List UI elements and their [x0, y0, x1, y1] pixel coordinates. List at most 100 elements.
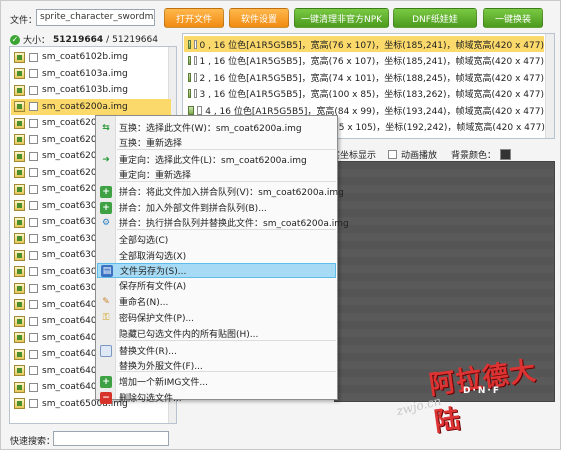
- file-checkbox[interactable]: [29, 52, 38, 62]
- context-menu-label: 替换为外服文件(F)...: [119, 362, 203, 372]
- frame-list-item[interactable]: 2 , 16 位色[A1R5G5B5]，宽高(74 x 101)，坐标(188,…: [184, 69, 544, 85]
- context-menu-item[interactable]: 全部取消勾选(X): [97, 248, 336, 263]
- settings-button[interactable]: 软件设置: [229, 8, 289, 28]
- dnf-doll-button[interactable]: DNF纸娃娃: [393, 8, 477, 28]
- img-file-icon: [14, 167, 25, 178]
- context-menu-item[interactable]: 全部勾选(C): [97, 232, 336, 247]
- context-menu-label: 密码保护文件(P)...: [119, 314, 195, 324]
- animate-label[interactable]: 动画播放: [401, 148, 437, 161]
- preview-options: 实坐标显示 动画播放 背景颜色：: [331, 148, 512, 161]
- file-label: 文件：: [10, 16, 38, 26]
- file-checkbox[interactable]: [29, 267, 38, 276]
- file-name: sm_coat640: [42, 365, 97, 376]
- context-menu-item[interactable]: ✎ 重命名(N)...: [97, 294, 336, 309]
- blank-icon: [100, 234, 112, 246]
- file-checkbox[interactable]: [29, 300, 38, 309]
- context-menu-label: 拼合：执行拼合队列并替换此文件：sm_coat6200a.img: [119, 219, 349, 229]
- context-menu-item[interactable]: ⚿ 密码保护文件(P)...: [97, 310, 336, 325]
- file-list-item[interactable]: sm_coat6200a.img: [11, 98, 171, 115]
- img-file-icon: [14, 249, 25, 261]
- file-checkbox[interactable]: [29, 201, 38, 210]
- bg-color-swatch[interactable]: [500, 149, 512, 160]
- context-menu-label: 重定向：选择此文件(L)：sm_coat6200a.img: [119, 156, 307, 166]
- context-menu-item[interactable]: 重定向：重新选择: [97, 167, 336, 182]
- file-checkbox[interactable]: [29, 184, 38, 194]
- frame-checkbox[interactable]: [193, 72, 197, 82]
- context-menu-item[interactable]: ⇆ 互换：选择此文件(W)：sm_coat6200a.img: [97, 120, 336, 135]
- rename-icon: ✎: [102, 296, 110, 307]
- frame-image-icon: [188, 89, 191, 98]
- file-name: sm_coat630: [42, 200, 97, 211]
- frame-checkbox[interactable]: [193, 89, 197, 98]
- quick-search-input[interactable]: [53, 431, 169, 446]
- file-checkbox[interactable]: [29, 151, 38, 161]
- file-name: sm_coat640: [42, 316, 97, 326]
- context-menu-item[interactable]: ➜ 重定向：选择此文件(L)：sm_coat6200a.img: [97, 152, 336, 167]
- file-checkbox[interactable]: [29, 283, 38, 293]
- animate-checkbox[interactable]: [388, 150, 398, 159]
- file-checkbox[interactable]: [29, 234, 38, 243]
- file-name: sm_coat620: [42, 184, 97, 194]
- file-checkbox[interactable]: [29, 102, 38, 111]
- img-file-icon: [14, 299, 25, 310]
- file-checkbox[interactable]: [29, 399, 38, 408]
- context-menu: ⇆ 互换：选择此文件(W)：sm_coat6200a.img 互换：重新选择 ➜ 重定向…: [95, 115, 349, 404]
- open-file-button[interactable]: 打开文件: [164, 8, 224, 28]
- replace-icon: [100, 344, 112, 357]
- context-menu-item[interactable]: 保存所有文件(A): [97, 278, 336, 293]
- context-menu-item[interactable]: 替换为外服文件(F)...: [97, 358, 336, 373]
- img-file-icon: [14, 332, 25, 343]
- frame-image-icon: [188, 56, 191, 65]
- redirect-icon: ➜: [102, 154, 110, 165]
- context-menu-item[interactable]: 互换：重新选择: [97, 135, 336, 150]
- file-checkbox[interactable]: [29, 333, 38, 342]
- context-menu-item[interactable]: ⚙ 拼合：执行拼合队列并替换此文件：sm_coat6200a.img: [97, 215, 349, 230]
- blank-icon: [100, 169, 112, 181]
- context-menu-item[interactable]: + 拼合：加入外部文件到拼合队列(B)...: [97, 200, 336, 215]
- frame-list-item[interactable]: 0 , 16 位色[A1R5G5B5]，宽高(76 x 107)，坐标(185,…: [184, 36, 544, 52]
- file-list-item[interactable]: sm_coat6103b.img: [11, 82, 171, 98]
- file-checkbox[interactable]: [29, 85, 38, 95]
- file-checkbox[interactable]: [29, 366, 38, 375]
- context-menu-label: 保存所有文件(A): [119, 282, 187, 292]
- plus-icon: +: [100, 185, 112, 198]
- frame-checkbox[interactable]: [193, 56, 197, 65]
- context-menu-item[interactable]: − 删除勾选文件...: [97, 390, 336, 405]
- bg-color-label: 背景颜色：: [451, 151, 497, 161]
- frame-list-item[interactable]: 3 , 16 位色[A1R5G5B5]，宽高(100 x 85)，坐标(183,…: [184, 86, 544, 102]
- context-menu-item[interactable]: 替换文件(R)...: [97, 343, 336, 358]
- file-name: sm_coat620: [42, 151, 97, 161]
- file-checkbox[interactable]: [29, 316, 38, 326]
- swap-outfit-button[interactable]: 一键换装: [483, 8, 543, 28]
- size-separator: /: [106, 34, 110, 45]
- frame-list-scrollbar[interactable]: [545, 34, 554, 138]
- context-menu-item[interactable]: + 增加一个新IMG文件...: [97, 374, 336, 389]
- file-list-item[interactable]: sm_coat6103a.img: [11, 66, 171, 82]
- file-checkbox[interactable]: [29, 217, 38, 227]
- img-file-icon: [14, 117, 25, 129]
- clean-npk-button[interactable]: 一键清理非官方NPK: [294, 8, 389, 28]
- context-menu-item[interactable]: + 拼合：将此文件加入拼合队列(V)：sm_coat6200a.img: [97, 184, 344, 199]
- file-checkbox[interactable]: [29, 382, 38, 392]
- quick-search-label: 快速搜索：: [10, 437, 56, 447]
- blank-icon: [100, 360, 112, 372]
- context-menu-item[interactable]: 隐藏已勾选文件内的所有贴图(H)...: [97, 326, 336, 341]
- frame-checkbox[interactable]: [193, 39, 197, 49]
- frame-checkbox[interactable]: [196, 105, 203, 115]
- file-checkbox[interactable]: [29, 349, 38, 359]
- blank-icon: [100, 250, 112, 262]
- file-checkbox[interactable]: [29, 250, 38, 260]
- img-file-icon: [14, 150, 25, 162]
- file-list-item[interactable]: sm_coat6102b.img: [11, 49, 171, 65]
- file-checkbox[interactable]: [29, 168, 38, 177]
- context-menu-label: 重命名(N)...: [119, 298, 169, 308]
- file-path-input[interactable]: sprite_character_swordms: [36, 9, 155, 26]
- context-menu-label: 文件另存为(S)...: [120, 267, 187, 277]
- file-checkbox[interactable]: [29, 69, 38, 78]
- file-checkbox[interactable]: [29, 135, 38, 144]
- file-checkbox[interactable]: [29, 118, 38, 128]
- frame-list-item[interactable]: 1 , 16 位色[A1R5G5B5]，宽高(76 x 107)，坐标(185,…: [184, 53, 544, 69]
- save-icon: ▤: [101, 264, 113, 277]
- context-menu-item[interactable]: ▤ 文件另存为(S)...: [97, 263, 336, 278]
- context-menu-label: 互换：选择此文件(W)：sm_coat6200a.img: [119, 124, 302, 134]
